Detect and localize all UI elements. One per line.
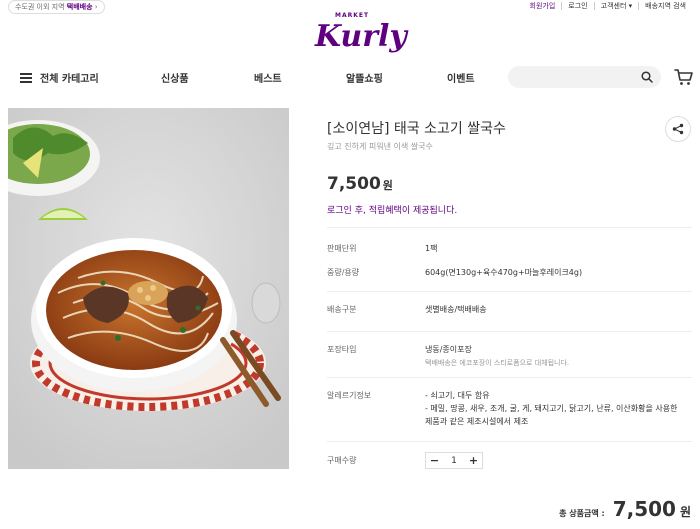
price-value: 7,500	[327, 174, 381, 194]
delivery-prefix: 수도권 이외 지역	[15, 3, 65, 11]
delivery-highlight: 택배배송	[66, 3, 93, 11]
nav-new-products[interactable]: 신상품	[161, 70, 189, 85]
product-price: 7,500 원	[327, 174, 393, 194]
signup-link[interactable]: 회원가입	[524, 1, 562, 11]
search-input[interactable]	[508, 67, 633, 89]
info-label: 포장타입	[327, 345, 357, 354]
info-row-packaging: 포장타입 냉동/종이포장 택배배송은 에코포장이 스티로폼으로 대체됩니다.	[327, 331, 692, 371]
info-value: 냉동/종이포장	[425, 345, 472, 354]
info-subtext: 택배배송은 에코포장이 스티로폼으로 대체됩니다.	[425, 359, 570, 367]
info-row-delivery: 배송구분 샛별배송/택배배송	[327, 291, 692, 331]
all-category-label: 전체 카테고리	[40, 74, 99, 85]
share-icon	[672, 123, 684, 135]
quantity-stepper: − 1 +	[425, 452, 483, 469]
info-row-allergy: 알레르기정보 - 쇠고기, 대두 함유 - 메밀, 땅콩, 새우, 조개, 굴,…	[327, 377, 692, 439]
info-label: 알레르기정보	[327, 391, 372, 400]
info-label: 중량/용량	[327, 268, 360, 277]
nav-best[interactable]: 베스트	[254, 70, 282, 85]
product-subtitle: 깊고 진하게 피워낸 이색 쌀국수	[327, 142, 433, 151]
price-unit: 원	[382, 179, 393, 192]
quantity-plus-button[interactable]: +	[464, 453, 482, 468]
share-button[interactable]	[665, 116, 691, 142]
kurly-logo[interactable]: MARKET Kurly	[315, 12, 407, 57]
pho-bowl-illustration	[8, 108, 289, 469]
allergy-line: - 쇠고기, 대두 함유	[425, 391, 490, 400]
info-value: 샛별배송/택배배송	[425, 305, 487, 314]
login-benefit-text: 로그인 후, 적립혜택이 제공됩니다.	[327, 206, 458, 216]
info-row-quantity: 구매수량 − 1 +	[327, 441, 692, 481]
search-icon[interactable]	[641, 71, 653, 83]
all-category-button[interactable]: 전체 카테고리	[20, 70, 99, 85]
delivery-area-search-link[interactable]: 배송지역 검색	[639, 1, 692, 11]
nav-events[interactable]: 이벤트	[447, 70, 475, 85]
info-row-unit: 판매단위 1팩	[327, 227, 692, 257]
global-nav: 전체 카테고리 신상품 베스트 알뜰쇼핑 이벤트	[0, 62, 700, 94]
total-amount: 7,500	[612, 497, 676, 521]
total-unit: 원	[679, 505, 691, 519]
customer-center-link[interactable]: 고객센터 ▾	[595, 1, 639, 11]
product-title: [소이연남] 태국 소고기 쌀국수	[327, 121, 506, 137]
search-box	[508, 66, 661, 89]
quantity-minus-button[interactable]: −	[426, 453, 443, 468]
cart-icon[interactable]	[674, 67, 694, 87]
hamburger-icon	[20, 72, 32, 83]
info-label: 배송구분	[327, 305, 357, 314]
info-label: 판매단위	[327, 244, 357, 253]
info-label: 구매수량	[327, 456, 357, 465]
total-price: 총 상품금액 : 7,500 원	[559, 497, 691, 521]
login-link[interactable]: 로그인	[562, 1, 593, 11]
info-value: 1팩	[425, 244, 438, 253]
chevron-right-icon: ›	[94, 3, 98, 11]
total-label: 총 상품금액 :	[559, 509, 605, 518]
quantity-value: 1	[451, 455, 457, 466]
delivery-area-pill[interactable]: 수도권 이외 지역 택배배송 ›	[8, 0, 105, 14]
nav-bargain[interactable]: 알뜰쇼핑	[346, 70, 383, 85]
product-image	[8, 108, 289, 469]
logo-brand-text: Kurly	[315, 19, 407, 54]
allergy-line: - 메밀, 땅콩, 새우, 조개, 굴, 게, 돼지고기, 닭고기, 난류, 이…	[425, 404, 678, 413]
allergy-line: 제품과 같은 제조시설에서 제조	[425, 417, 529, 426]
info-value: 604g(면130g+육수470g+마늘후레이크4g)	[425, 268, 583, 277]
top-links: 회원가입 로그인 고객센터 ▾ 배송지역 검색	[524, 1, 692, 11]
